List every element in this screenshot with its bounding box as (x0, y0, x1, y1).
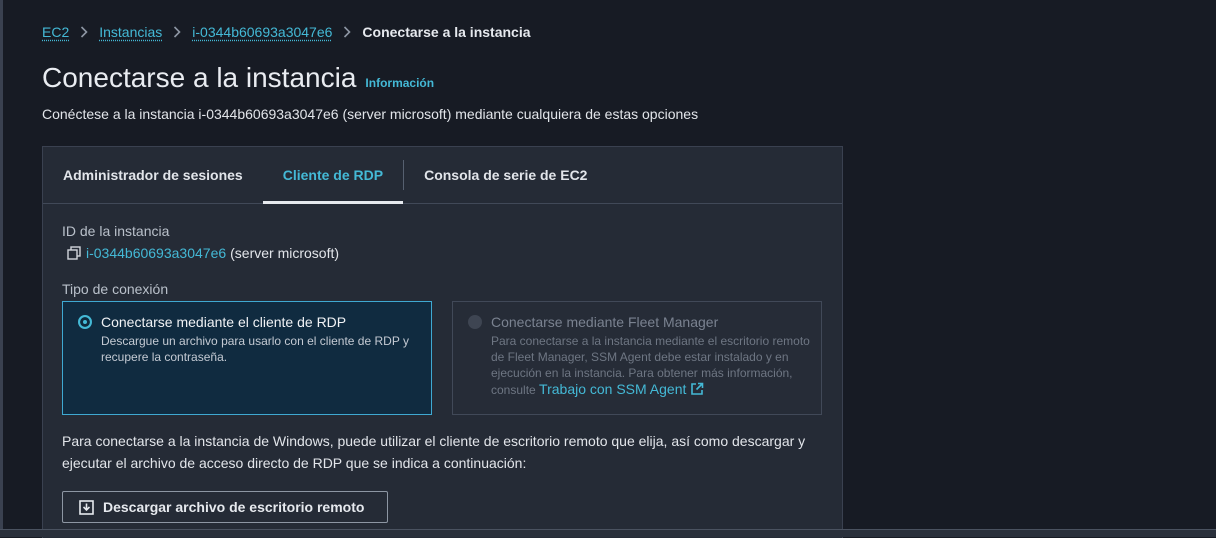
instance-id-row: i-0344b60693a3047e6 (server microsoft) (67, 245, 339, 261)
info-link[interactable]: Información (365, 76, 434, 90)
chevron-right-icon (343, 26, 352, 38)
rdp-instructions: Para conectarse a la instancia de Window… (62, 433, 806, 471)
connect-panel: Administrador de sesiones Cliente de RDP… (42, 146, 843, 538)
download-button-label: Descargar archivo de escritorio remoto (103, 499, 365, 515)
breadcrumb-instancias[interactable]: Instancias (99, 24, 162, 40)
fleet-manager-option: Conectarse mediante Fleet Manager Para c… (452, 301, 822, 415)
breadcrumb-ec2[interactable]: EC2 (42, 24, 69, 40)
rdp-client-option[interactable]: Conectarse mediante el cliente de RDP De… (62, 301, 432, 415)
page-title: Conectarse a la instancia Información (42, 62, 434, 94)
ssm-agent-link-text: Trabajo con SSM Agent (539, 381, 687, 397)
ssm-agent-link[interactable]: Trabajo con SSM Agent (539, 381, 704, 397)
tab-session-manager[interactable]: Administrador de sesiones (43, 147, 263, 203)
window-bottom-bar (0, 529, 1216, 537)
tab-rdp-client[interactable]: Cliente de RDP (262, 147, 404, 204)
fleet-option-title: Conectarse mediante Fleet Manager (491, 314, 719, 330)
instance-id-link[interactable]: i-0344b60693a3047e6 (86, 245, 226, 261)
radio-disabled (468, 315, 482, 329)
chevron-right-icon (80, 26, 88, 38)
window-left-border (0, 0, 3, 537)
external-link-icon (690, 382, 704, 399)
chevron-right-icon (173, 26, 181, 38)
page-subtitle: Conéctese a la instancia i-0344b60693a30… (42, 106, 699, 122)
fleet-option-description-block: Para conectarse a la instancia mediante … (491, 333, 811, 399)
download-rdp-button[interactable]: Descargar archivo de escritorio remoto (62, 491, 388, 523)
page-title-text: Conectarse a la instancia (42, 62, 357, 93)
rdp-option-title: Conectarse mediante el cliente de RDP (101, 314, 347, 330)
tab-serial-console[interactable]: Consola de serie de EC2 (404, 147, 607, 203)
breadcrumb: EC2 Instancias i-0344b60693a3047e6 Conec… (42, 24, 531, 40)
copy-icon[interactable] (67, 246, 81, 260)
instance-id-label: ID de la instancia (62, 223, 170, 239)
breadcrumb-current: Conectarse a la instancia (362, 24, 531, 40)
tab-bar: Administrador de sesiones Cliente de RDP… (43, 147, 842, 204)
instance-name: (server microsoft) (230, 245, 340, 261)
download-icon (79, 499, 94, 515)
connection-type-label: Tipo de conexión (62, 281, 169, 297)
breadcrumb-instance-id[interactable]: i-0344b60693a3047e6 (192, 24, 332, 40)
rdp-option-description: Descargue un archivo para usarlo con el … (101, 334, 409, 364)
radio-selected[interactable] (78, 315, 92, 329)
